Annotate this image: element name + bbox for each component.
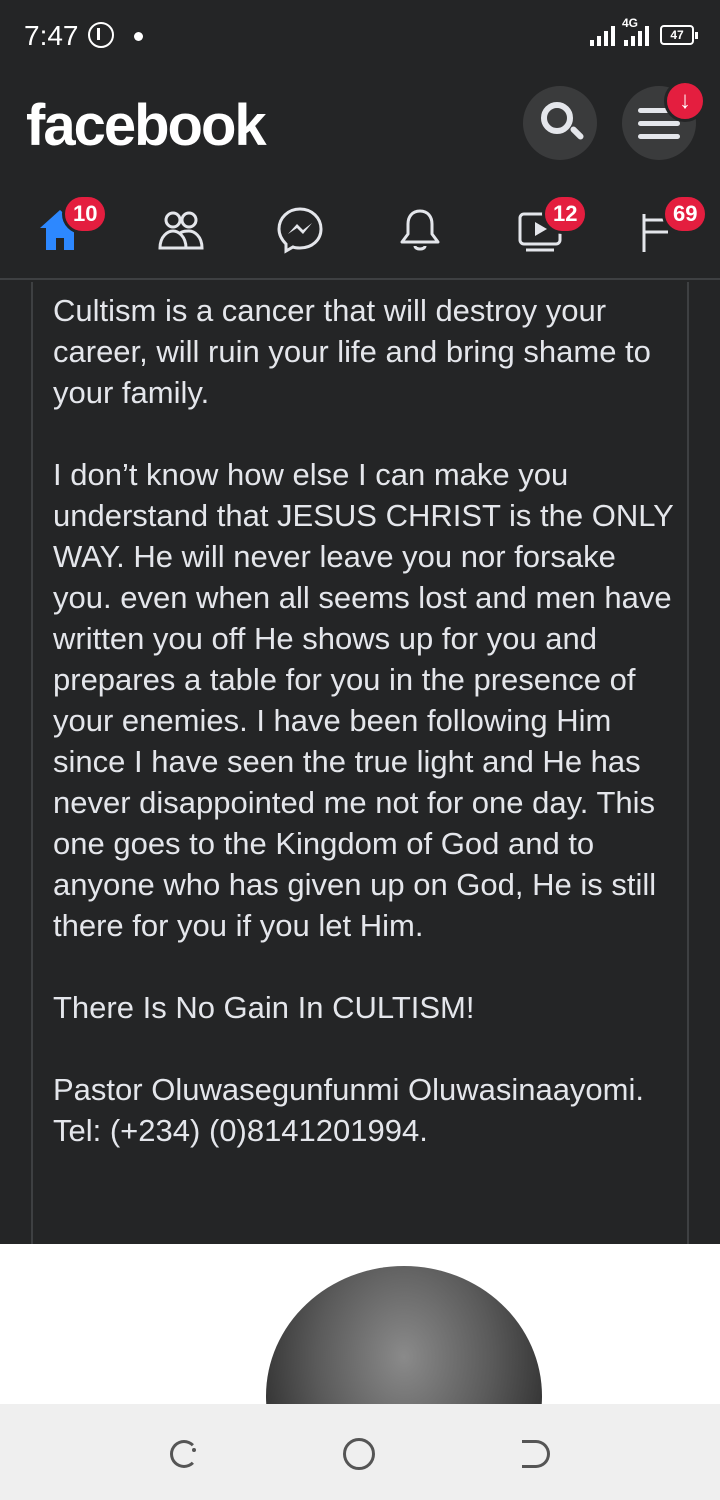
post-phone: Tel: (+234) (0)8141201994. [53, 1113, 428, 1148]
tab-notifications[interactable] [360, 172, 480, 280]
post-signature: Pastor Oluwasegunfunmi Oluwasinaayomi. T… [53, 1069, 683, 1151]
tab-bar: 10 12 69 [0, 172, 720, 280]
recent-apps-icon[interactable] [170, 1440, 198, 1468]
battery-level: 47 [670, 28, 684, 42]
post-paragraph: I don’t know how else I can make you und… [53, 457, 674, 943]
search-icon-handle [569, 125, 585, 141]
feeds-notification-badge: 69 [662, 194, 709, 234]
battery-icon: 47 [660, 25, 698, 45]
app-header: facebook [0, 76, 720, 172]
signal-strength-2-icon [624, 22, 649, 46]
friends-icon [158, 211, 204, 250]
home-button-icon[interactable] [343, 1438, 375, 1470]
status-bar: 7:47 4G 47 [0, 0, 720, 76]
tab-friends[interactable] [120, 172, 240, 280]
post-author: Pastor Oluwasegunfunmi Oluwasinaayomi. [53, 1072, 644, 1107]
tab-messenger[interactable] [240, 172, 360, 280]
watch-notification-badge: 12 [542, 194, 589, 234]
status-time: 7:47 [24, 20, 79, 51]
signal-strength-icon [590, 22, 615, 46]
notification-dot-icon [134, 32, 143, 41]
search-icon [541, 102, 573, 134]
back-button-icon[interactable] [522, 1440, 550, 1468]
post-image[interactable] [0, 1244, 720, 1404]
post-paragraph: There Is No Gain In CULTISM! [53, 990, 475, 1025]
post-body: Cultism is a cancer that will destroy yo… [31, 282, 689, 1244]
tab-home[interactable]: 10 [0, 172, 120, 280]
post-paragraph: Cultism is a cancer that will destroy yo… [53, 293, 651, 410]
music-notification-icon [88, 22, 114, 48]
download-arrow-icon: ↓ [664, 80, 706, 122]
home-notification-badge: 10 [62, 194, 109, 234]
system-navigation-bar [0, 1404, 720, 1500]
tab-watch[interactable]: 12 [480, 172, 600, 280]
tab-feeds[interactable]: 69 [600, 172, 720, 280]
facebook-logo[interactable]: facebook [26, 92, 267, 159]
messenger-icon [277, 207, 323, 254]
search-button[interactable] [523, 86, 597, 160]
bell-icon [400, 209, 440, 251]
post-text: Cultism is a cancer that will destroy yo… [53, 290, 683, 1151]
person-photo [266, 1266, 542, 1404]
